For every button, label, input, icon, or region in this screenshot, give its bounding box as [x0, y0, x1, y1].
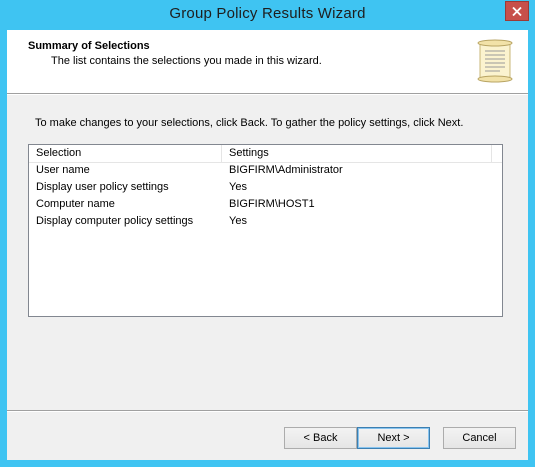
close-icon: [512, 6, 522, 16]
footer-separator-highlight: [7, 411, 528, 412]
list-row[interactable]: Computer name BIGFIRM\HOST1: [29, 196, 502, 213]
column-header-selection[interactable]: Selection: [29, 145, 222, 162]
list-row[interactable]: Display computer policy settings Yes: [29, 213, 502, 230]
row-setting: BIGFIRM\HOST1: [229, 198, 315, 210]
list-row[interactable]: User name BIGFIRM\Administrator: [29, 162, 502, 179]
page-title: Summary of Selections: [28, 40, 150, 52]
close-button[interactable]: [505, 1, 529, 21]
next-button[interactable]: Next >: [357, 427, 430, 449]
row-selection: Computer name: [36, 198, 115, 210]
header-separator: [7, 94, 528, 95]
list-row[interactable]: Display user policy settings Yes: [29, 179, 502, 196]
scroll-icon: [477, 39, 513, 83]
row-selection: Display computer policy settings: [36, 215, 194, 227]
dialog-client: Summary of Selections The list contains …: [7, 30, 528, 460]
wizard-window: Group Policy Results Wizard Summary of S…: [0, 0, 535, 467]
row-selection: User name: [36, 164, 90, 176]
row-selection: Display user policy settings: [36, 181, 169, 193]
instructions-text: To make changes to your selections, clic…: [35, 117, 464, 129]
list-header: Selection Settings: [29, 145, 502, 163]
window-title: Group Policy Results Wizard: [169, 5, 366, 22]
row-setting: Yes: [229, 215, 247, 227]
column-header-settings[interactable]: Settings: [222, 145, 492, 162]
row-setting: BIGFIRM\Administrator: [229, 164, 343, 176]
back-button[interactable]: < Back: [284, 427, 357, 449]
selections-list[interactable]: Selection Settings User name BIGFIRM\Adm…: [28, 144, 503, 317]
title-bar[interactable]: Group Policy Results Wizard: [0, 0, 535, 30]
row-setting: Yes: [229, 181, 247, 193]
cancel-button[interactable]: Cancel: [443, 427, 516, 449]
wizard-header: Summary of Selections The list contains …: [7, 30, 528, 94]
page-subtitle: The list contains the selections you mad…: [51, 55, 322, 67]
